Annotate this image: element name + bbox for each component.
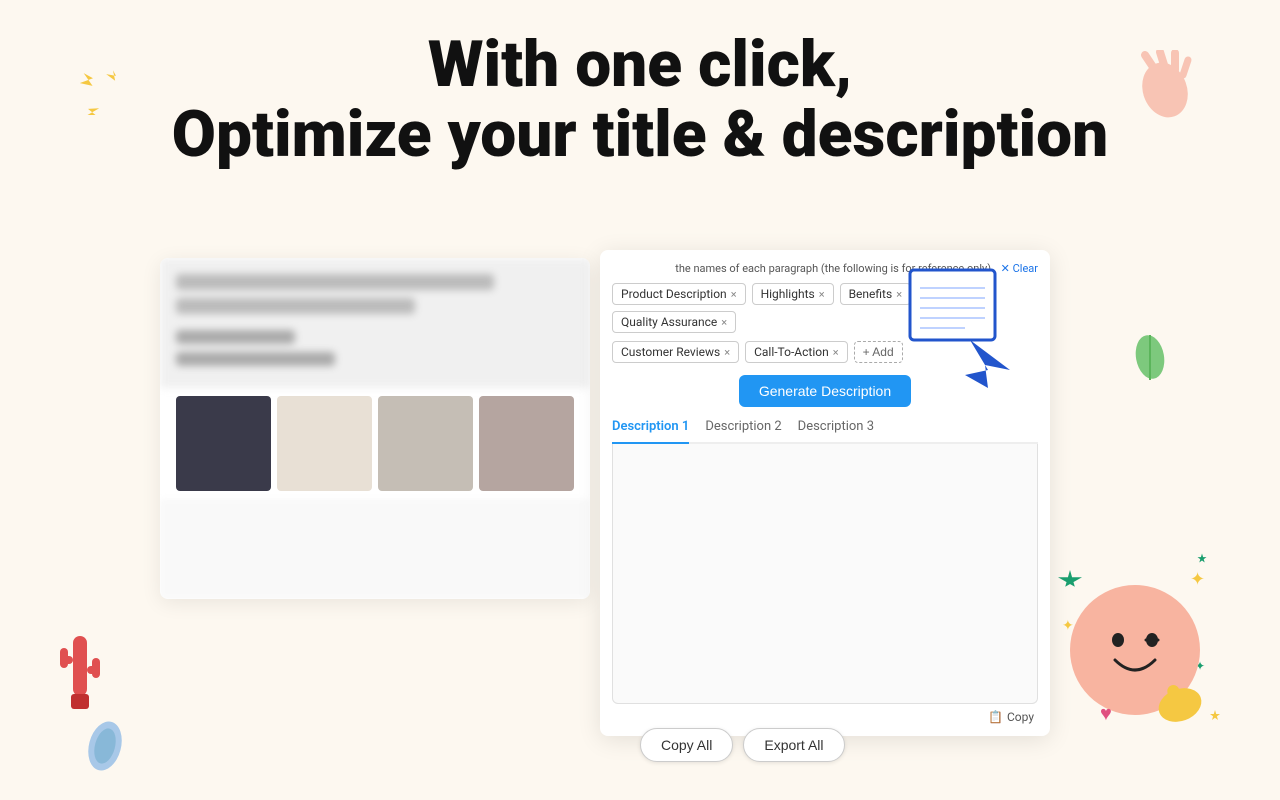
product-thumb-4 bbox=[479, 396, 574, 491]
tag-call-to-action[interactable]: Call-To-Action × bbox=[745, 341, 848, 363]
tag-x-customer-reviews[interactable]: × bbox=[724, 346, 730, 359]
leaf-blue-deco bbox=[80, 716, 130, 780]
product-bottom-blurred bbox=[160, 499, 590, 599]
hero-line2: Optimize your title & description bbox=[0, 100, 1280, 170]
tag-customer-reviews[interactable]: Customer Reviews × bbox=[612, 341, 739, 363]
svg-text:✦: ✦ bbox=[1195, 659, 1205, 673]
tag-benefits[interactable]: Benefits × bbox=[840, 283, 911, 305]
product-panel bbox=[160, 258, 590, 599]
hero-line1: With one click, bbox=[0, 30, 1280, 100]
add-tag-button[interactable]: + Add bbox=[854, 341, 903, 363]
copy-label: Copy bbox=[1007, 710, 1034, 724]
tags-row-2: Customer Reviews × Call-To-Action × + Ad… bbox=[612, 341, 1038, 363]
product-thumb-1 bbox=[176, 396, 271, 491]
tag-product-description[interactable]: Product Description × bbox=[612, 283, 746, 305]
tag-quality-assurance[interactable]: Quality Assurance × bbox=[612, 311, 736, 333]
product-thumb-3 bbox=[378, 396, 473, 491]
tag-x-benefits[interactable]: × bbox=[896, 288, 902, 301]
tab-description-1[interactable]: Description 1 bbox=[612, 419, 689, 444]
hero-section: With one click, Optimize your title & de… bbox=[0, 0, 1280, 171]
product-thumb-2 bbox=[277, 396, 372, 491]
tags-row: Product Description × Highlights × Benef… bbox=[612, 283, 1038, 333]
tag-usage[interactable]: Usage × bbox=[917, 283, 978, 305]
tag-x-highlights[interactable]: × bbox=[819, 288, 825, 301]
svg-text:✦: ✦ bbox=[1062, 618, 1074, 634]
description-tabs: Description 1 Description 2 Description … bbox=[612, 419, 1038, 444]
character-illustration: ✦ ✦ ✦ ♥ bbox=[1040, 540, 1240, 740]
svg-text:✦: ✦ bbox=[1190, 569, 1205, 590]
export-all-button[interactable]: Export All bbox=[743, 728, 844, 762]
tag-x-product-description[interactable]: × bbox=[731, 288, 737, 301]
clear-link[interactable]: ✕ Clear bbox=[1001, 262, 1038, 275]
copy-icon: 📋 bbox=[988, 710, 1003, 724]
tag-highlights[interactable]: Highlights × bbox=[752, 283, 834, 305]
generate-btn-row: Generate Description bbox=[612, 375, 1038, 407]
hint-text: the names of each paragraph (the followi… bbox=[612, 262, 1038, 275]
description-tool-panel: the names of each paragraph (the followi… bbox=[600, 250, 1050, 736]
copy-bottom-row: 📋 Copy bbox=[612, 704, 1038, 724]
product-info-blurred bbox=[160, 258, 590, 388]
cactus-deco bbox=[55, 626, 105, 720]
tag-x-quality-assurance[interactable]: × bbox=[721, 316, 727, 329]
copy-link[interactable]: 📋 Copy bbox=[988, 710, 1034, 724]
description-content bbox=[612, 444, 1038, 704]
tab-description-3[interactable]: Description 3 bbox=[798, 419, 874, 444]
tab-description-2[interactable]: Description 2 bbox=[705, 419, 781, 444]
tag-x-usage[interactable]: × bbox=[964, 288, 970, 301]
tag-x-call-to-action[interactable]: × bbox=[833, 346, 839, 359]
leaf-green-deco bbox=[1130, 330, 1170, 389]
svg-text:♥: ♥ bbox=[1100, 701, 1112, 725]
generate-description-button[interactable]: Generate Description bbox=[739, 375, 911, 407]
bottom-buttons: Copy All Export All bbox=[640, 728, 845, 762]
product-images bbox=[160, 388, 590, 499]
copy-all-button[interactable]: Copy All bbox=[640, 728, 733, 762]
